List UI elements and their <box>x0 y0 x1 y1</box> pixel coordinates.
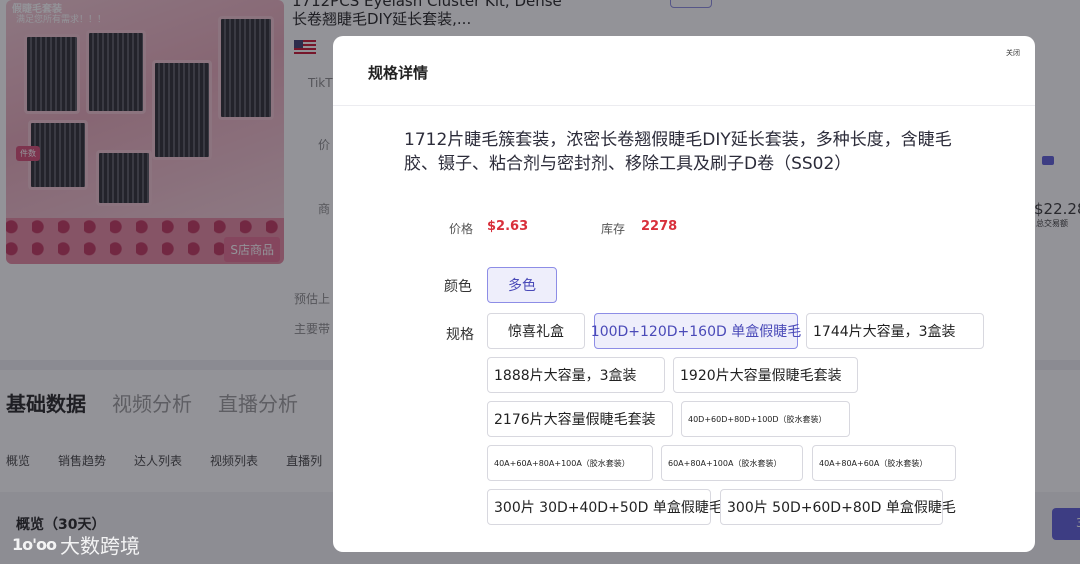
spec-label: 规格 <box>446 327 474 343</box>
spec-option[interactable]: 40D+60D+80D+100D（胶水套装） <box>681 401 850 437</box>
stock-label: 库存 <box>601 222 626 236</box>
spec-option[interactable]: 40A+80A+60A（胶水套装） <box>812 445 956 481</box>
price-value: $2.63 <box>487 219 529 234</box>
spec-option[interactable]: 60A+80A+100A（胶水套装） <box>661 445 803 481</box>
modal-title: 规格详情 <box>368 64 429 82</box>
spec-option[interactable]: 惊喜礼盒 <box>487 313 585 349</box>
close-button[interactable]: 关闭 <box>1006 48 1020 58</box>
spec-option[interactable]: 40A+60A+80A+100A（胶水套装） <box>487 445 653 481</box>
watermark-logo: 1o'oo <box>12 535 57 554</box>
price-label: 价格 <box>449 222 474 236</box>
color-label: 颜色 <box>444 279 472 295</box>
watermark: 1o'oo 大数跨境 <box>12 530 140 559</box>
watermark-text: 大数跨境 <box>60 534 141 558</box>
modal-header: 规格详情 关闭 <box>333 36 1035 106</box>
spec-option[interactable]: 1920片大容量假睫毛套装 <box>673 357 858 393</box>
color-option[interactable]: 多色 <box>487 267 557 303</box>
spec-option[interactable]: 300片 50D+60D+80D 单盒假睫毛 <box>720 489 956 525</box>
spec-option[interactable]: 100D+120D+160D 单盒假睫毛 <box>591 313 801 349</box>
spec-option[interactable]: 2176片大容量假睫毛套装 <box>487 401 673 437</box>
spec-option[interactable]: 300片 30D+40D+50D 单盒假睫毛 <box>487 489 723 525</box>
spec-detail-modal: 规格详情 关闭 1712片睫毛簇套装，浓密长卷翘假睫毛DIY延长套装，多种长度，… <box>333 36 1035 552</box>
spec-option[interactable]: 1888片大容量，3盒装 <box>487 357 665 393</box>
spec-option[interactable]: 1744片大容量，3盒装 <box>806 313 984 349</box>
product-name: 1712片睫毛簇套装，浓密长卷翘假睫毛DIY延长套装，多种长度，含睫毛胶、镊子、… <box>404 130 952 174</box>
stock-value: 2278 <box>641 219 678 234</box>
